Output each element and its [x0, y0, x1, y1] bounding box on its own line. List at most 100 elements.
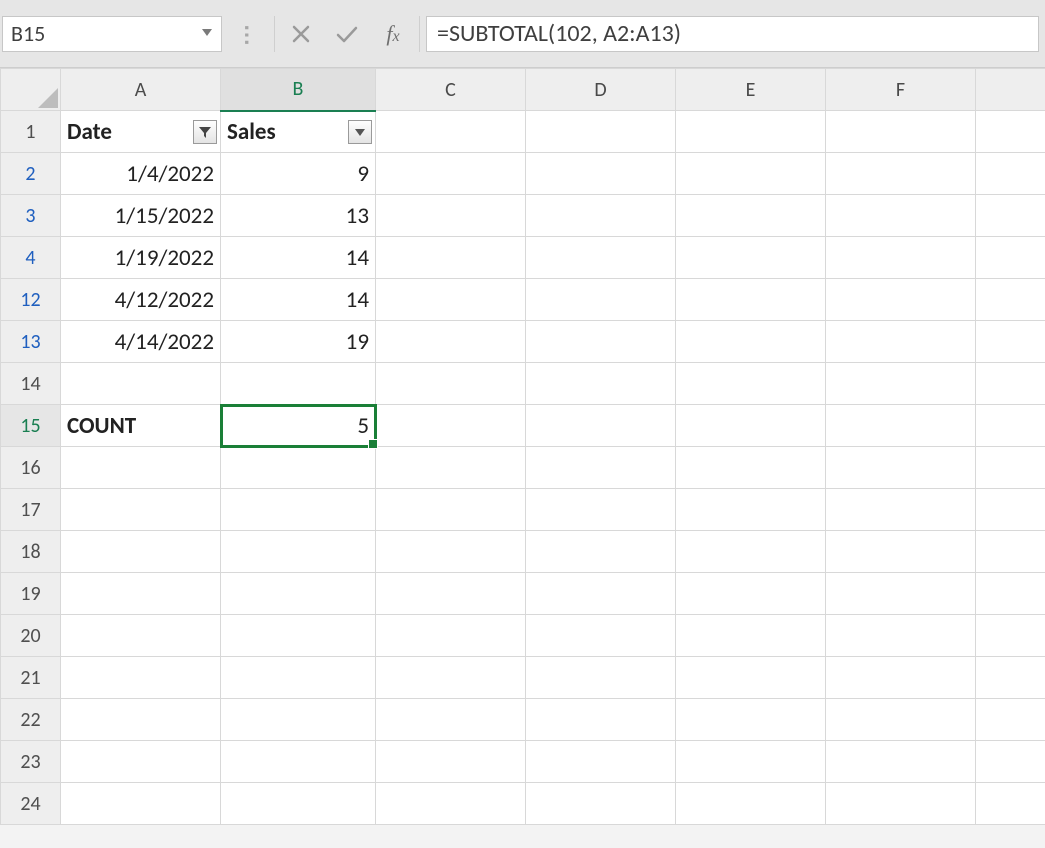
cell[interactable]: 4/14/2022 [61, 321, 221, 363]
cell[interactable]: 1/19/2022 [61, 237, 221, 279]
cell[interactable] [976, 195, 1045, 237]
cell[interactable] [976, 153, 1045, 195]
cell[interactable]: 13 [221, 195, 376, 237]
cell[interactable] [826, 405, 976, 447]
cell[interactable] [376, 489, 526, 531]
col-header-C[interactable]: C [376, 69, 526, 111]
cell[interactable] [976, 573, 1045, 615]
cell[interactable] [676, 321, 826, 363]
cell[interactable] [976, 783, 1045, 825]
cell[interactable] [61, 531, 221, 573]
row-header[interactable]: 16 [1, 447, 61, 489]
cell[interactable] [976, 111, 1045, 153]
cell[interactable] [676, 405, 826, 447]
cell[interactable] [676, 699, 826, 741]
cell[interactable] [526, 111, 676, 153]
cell[interactable] [221, 447, 376, 489]
row-header[interactable]: 4 [1, 237, 61, 279]
col-header-B[interactable]: B [221, 69, 376, 111]
cell[interactable] [376, 195, 526, 237]
cell[interactable] [826, 279, 976, 321]
row-header[interactable]: 17 [1, 489, 61, 531]
cell[interactable]: 14 [221, 237, 376, 279]
cell[interactable] [826, 531, 976, 573]
cell[interactable] [526, 405, 676, 447]
cell[interactable] [376, 237, 526, 279]
col-header-F[interactable]: F [826, 69, 976, 111]
cell[interactable] [976, 405, 1045, 447]
macro-dots-icon[interactable]: ⋯ [230, 14, 266, 54]
name-box-dropdown-icon[interactable] [201, 27, 213, 41]
cell[interactable] [61, 447, 221, 489]
enter-icon[interactable] [327, 16, 367, 52]
cell[interactable]: 19 [221, 321, 376, 363]
cell[interactable] [976, 741, 1045, 783]
cell[interactable] [826, 153, 976, 195]
cell[interactable] [61, 699, 221, 741]
cell[interactable]: 1/15/2022 [61, 195, 221, 237]
cell[interactable] [526, 531, 676, 573]
cell[interactable] [526, 321, 676, 363]
spreadsheet-grid[interactable]: A B C D E F 1DateSales21/4/2022931/15/20… [0, 68, 1045, 825]
row-header[interactable]: 1 [1, 111, 61, 153]
cell[interactable] [376, 321, 526, 363]
cell[interactable] [676, 153, 826, 195]
cell[interactable]: 1/4/2022 [61, 153, 221, 195]
cell[interactable]: Sales [221, 111, 376, 153]
cell[interactable] [221, 699, 376, 741]
cell[interactable] [976, 657, 1045, 699]
cell[interactable] [376, 279, 526, 321]
cell[interactable] [526, 237, 676, 279]
cell[interactable] [976, 489, 1045, 531]
row-header[interactable]: 14 [1, 363, 61, 405]
cell[interactable] [61, 657, 221, 699]
cell[interactable] [61, 573, 221, 615]
cell[interactable]: 5 [221, 405, 376, 447]
cell[interactable] [526, 279, 676, 321]
cell[interactable] [676, 741, 826, 783]
cell[interactable] [676, 531, 826, 573]
row-header[interactable]: 22 [1, 699, 61, 741]
cell[interactable] [526, 573, 676, 615]
row-header[interactable]: 18 [1, 531, 61, 573]
row-header[interactable]: 15 [1, 405, 61, 447]
cell[interactable] [976, 237, 1045, 279]
fx-icon[interactable]: fx [373, 21, 413, 47]
formula-input[interactable]: =SUBTOTAL(102, A2:A13) [426, 16, 1039, 52]
cell[interactable] [376, 657, 526, 699]
row-header[interactable]: 13 [1, 321, 61, 363]
select-all-corner[interactable] [1, 69, 61, 111]
cell[interactable] [376, 363, 526, 405]
cell[interactable] [676, 657, 826, 699]
col-header-A[interactable]: A [61, 69, 221, 111]
cell[interactable]: Date [61, 111, 221, 153]
cell[interactable] [826, 489, 976, 531]
cell[interactable] [221, 531, 376, 573]
cell[interactable] [676, 783, 826, 825]
row-header[interactable]: 19 [1, 573, 61, 615]
cell[interactable] [376, 783, 526, 825]
cell[interactable] [221, 783, 376, 825]
cell[interactable] [221, 741, 376, 783]
cancel-icon[interactable] [281, 16, 321, 52]
cell[interactable] [221, 657, 376, 699]
cell[interactable] [976, 699, 1045, 741]
cell[interactable] [676, 279, 826, 321]
cell[interactable] [826, 657, 976, 699]
cell[interactable] [976, 531, 1045, 573]
cell[interactable] [376, 699, 526, 741]
cell[interactable] [826, 195, 976, 237]
cell[interactable] [826, 741, 976, 783]
cell[interactable] [376, 615, 526, 657]
cell[interactable] [826, 783, 976, 825]
cell[interactable] [826, 321, 976, 363]
cell[interactable] [676, 573, 826, 615]
col-header-D[interactable]: D [526, 69, 676, 111]
cell[interactable] [221, 573, 376, 615]
cell[interactable] [376, 111, 526, 153]
cell[interactable] [676, 363, 826, 405]
cell[interactable] [221, 489, 376, 531]
col-header-E[interactable]: E [676, 69, 826, 111]
cell[interactable] [826, 573, 976, 615]
cell[interactable] [826, 447, 976, 489]
